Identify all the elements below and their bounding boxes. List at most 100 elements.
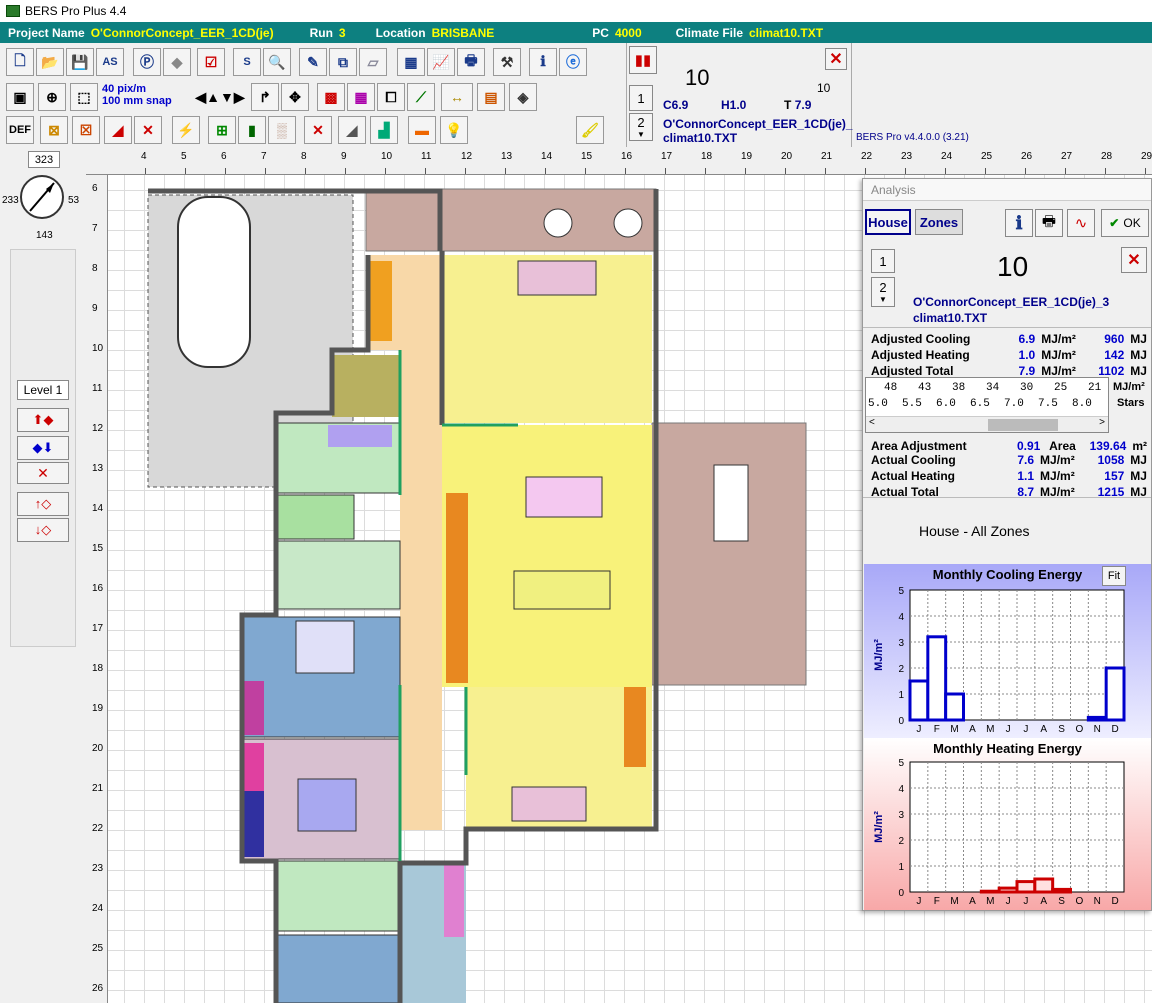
calculator-button[interactable]: ▦ [397, 48, 425, 76]
pencil-doc-icon: ✎ [307, 53, 319, 70]
australia-map-button[interactable]: ◆ [163, 48, 191, 76]
save-button[interactable]: 💾 [66, 48, 94, 76]
energy-v1: 7.9 [1018, 364, 1036, 378]
energy-u2: MJ [1130, 469, 1147, 483]
roof-button[interactable]: ◢ [338, 116, 366, 144]
save-as-button[interactable]: AS [96, 48, 124, 76]
delete-button[interactable]: ✕ [134, 116, 162, 144]
add-level-below-button[interactable]: ◆⬇ [17, 436, 69, 460]
ruler-tick-label: 11 [421, 151, 432, 162]
stack-icon: ▤ [484, 88, 498, 105]
delete-red-button[interactable]: ✕ [304, 116, 332, 144]
tools-button[interactable]: ⚒ [493, 48, 521, 76]
tab-house[interactable]: House [865, 209, 911, 235]
move-button[interactable]: ✥ [281, 83, 309, 111]
eraser-button[interactable]: ▱ [359, 48, 387, 76]
door-button[interactable]: ▮ [238, 116, 266, 144]
delete-shade-button[interactable]: ⊠ [40, 116, 68, 144]
ruler-tick [225, 168, 226, 174]
pc-label: PC [592, 25, 609, 40]
info-button[interactable]: ℹ [529, 48, 557, 76]
new-file-button[interactable]: 🗋 [6, 48, 34, 76]
print-button[interactable]: 🖶 [457, 48, 485, 76]
compass[interactable] [20, 175, 64, 219]
bar [1104, 666, 1126, 722]
diagonal-button[interactable]: ⟋ [407, 83, 435, 111]
run2-button[interactable]: 2 ▼ [871, 277, 895, 307]
floor-button[interactable]: ▬ [408, 116, 436, 144]
total-summary-label: T [784, 98, 792, 112]
run1-button[interactable]: 1 [871, 249, 895, 273]
star-scale: 48 43 38 34 30 25 21 5.0 5.5 6.0 6.5 7.0 7.5 8.0 < > [865, 377, 1109, 433]
compass-needle-icon [29, 182, 55, 212]
find-button[interactable]: 🔍 [263, 48, 291, 76]
energy-u1: MJ/m² [1041, 364, 1076, 378]
ruler-tick-label: 7 [261, 151, 267, 162]
stack-button[interactable]: ▤ [477, 83, 505, 111]
add-level-above-button[interactable]: ⬆◆ [17, 408, 69, 432]
brush-button[interactable]: 🖌 [576, 116, 604, 144]
stairs-button[interactable]: ▟ [370, 116, 398, 144]
ruler-tick [305, 168, 306, 174]
light-button[interactable]: 💡 [440, 116, 468, 144]
ok-button[interactable]: ✔ OK [1101, 209, 1149, 237]
level-selector[interactable]: Level 1 [17, 380, 69, 400]
curve-button[interactable]: ↱ [251, 83, 279, 111]
x-tick-label: J [1023, 724, 1028, 735]
ruler-tick-label: 22 [92, 823, 104, 834]
ruler-tick-label: 13 [501, 151, 513, 162]
dimension-button[interactable]: ↔ [441, 83, 473, 111]
scroll-right-icon[interactable]: > [1099, 417, 1105, 428]
ruler-tick-label: 25 [981, 151, 993, 162]
zoom-button[interactable]: ⊕ [38, 83, 66, 111]
room-outline-button[interactable]: ⧠ [377, 83, 405, 111]
run1-button[interactable]: 1 [629, 85, 653, 111]
cooling-chart-panel: Monthly Cooling Energy Fit 012345JFMAMJJ… [864, 564, 1151, 738]
ramp-button[interactable]: ◢ [104, 116, 132, 144]
default-button[interactable]: DEF [6, 116, 34, 144]
analysis-close-button[interactable]: ✕ [1121, 247, 1147, 273]
close-button[interactable]: ✕ [825, 48, 847, 70]
checklist-button[interactable]: ☑ [197, 48, 225, 76]
orientation-input[interactable] [28, 151, 60, 168]
scale-scrollbar[interactable]: < > [866, 416, 1108, 432]
layers2-button[interactable]: ◈ [509, 83, 537, 111]
scale-button[interactable]: ⬚ [70, 83, 98, 111]
s-button[interactable]: S [233, 48, 261, 76]
delete-level-button[interactable]: ✕ [17, 462, 69, 484]
graph-button[interactable]: 📈 [427, 48, 455, 76]
select-button[interactable]: ▣ [6, 83, 34, 111]
ruler-tick [145, 168, 146, 174]
edit-button[interactable]: ✎ [299, 48, 327, 76]
window-button[interactable]: ⊞ [208, 116, 236, 144]
checklist-icon: ☑ [204, 53, 218, 70]
wand-button[interactable]: ⚡ [172, 116, 200, 144]
analysis-info-button[interactable]: ℹ [1005, 209, 1033, 237]
print-preview-button[interactable]: Ⓟ [133, 48, 161, 76]
scroll-thumb[interactable] [988, 419, 1058, 431]
scroll-left-icon[interactable]: < [869, 417, 875, 428]
fit-button[interactable]: Fit [1102, 566, 1126, 586]
layers-button[interactable]: ⧉ [329, 48, 357, 76]
ruler-tick-label: 18 [92, 663, 104, 674]
line-graph-icon: 📈 [432, 53, 450, 70]
level-down-button[interactable]: ↓◇ [17, 518, 69, 542]
energy-label: Actual Heating [871, 469, 956, 483]
web-button[interactable]: ⓔ [559, 48, 587, 76]
pan-arrows[interactable]: ◀▲▼▶ [195, 83, 244, 111]
zones-palette-button[interactable]: ▦ [347, 83, 375, 111]
snap-size: 100 mm snap [102, 95, 172, 107]
delete-element-button[interactable]: ☒ [72, 116, 100, 144]
triangle-down-icon: ▼ [637, 130, 645, 139]
brick-button[interactable]: ▒ [268, 116, 296, 144]
scale-value: 6.0 [936, 398, 956, 410]
chart-button[interactable]: ▮▮ [629, 46, 657, 74]
tab-zones[interactable]: Zones [915, 209, 963, 235]
level-up-button[interactable]: ↑◇ [17, 492, 69, 516]
red-x2-icon: ✕ [312, 121, 324, 138]
zones-color-button[interactable]: ▩ [317, 83, 345, 111]
analysis-graph-button[interactable]: ∿ [1067, 209, 1095, 237]
analysis-print-button[interactable]: 🖶 [1035, 209, 1063, 237]
run2-button[interactable]: 2 ▼ [629, 113, 653, 141]
open-folder-button[interactable]: 📂 [36, 48, 64, 76]
